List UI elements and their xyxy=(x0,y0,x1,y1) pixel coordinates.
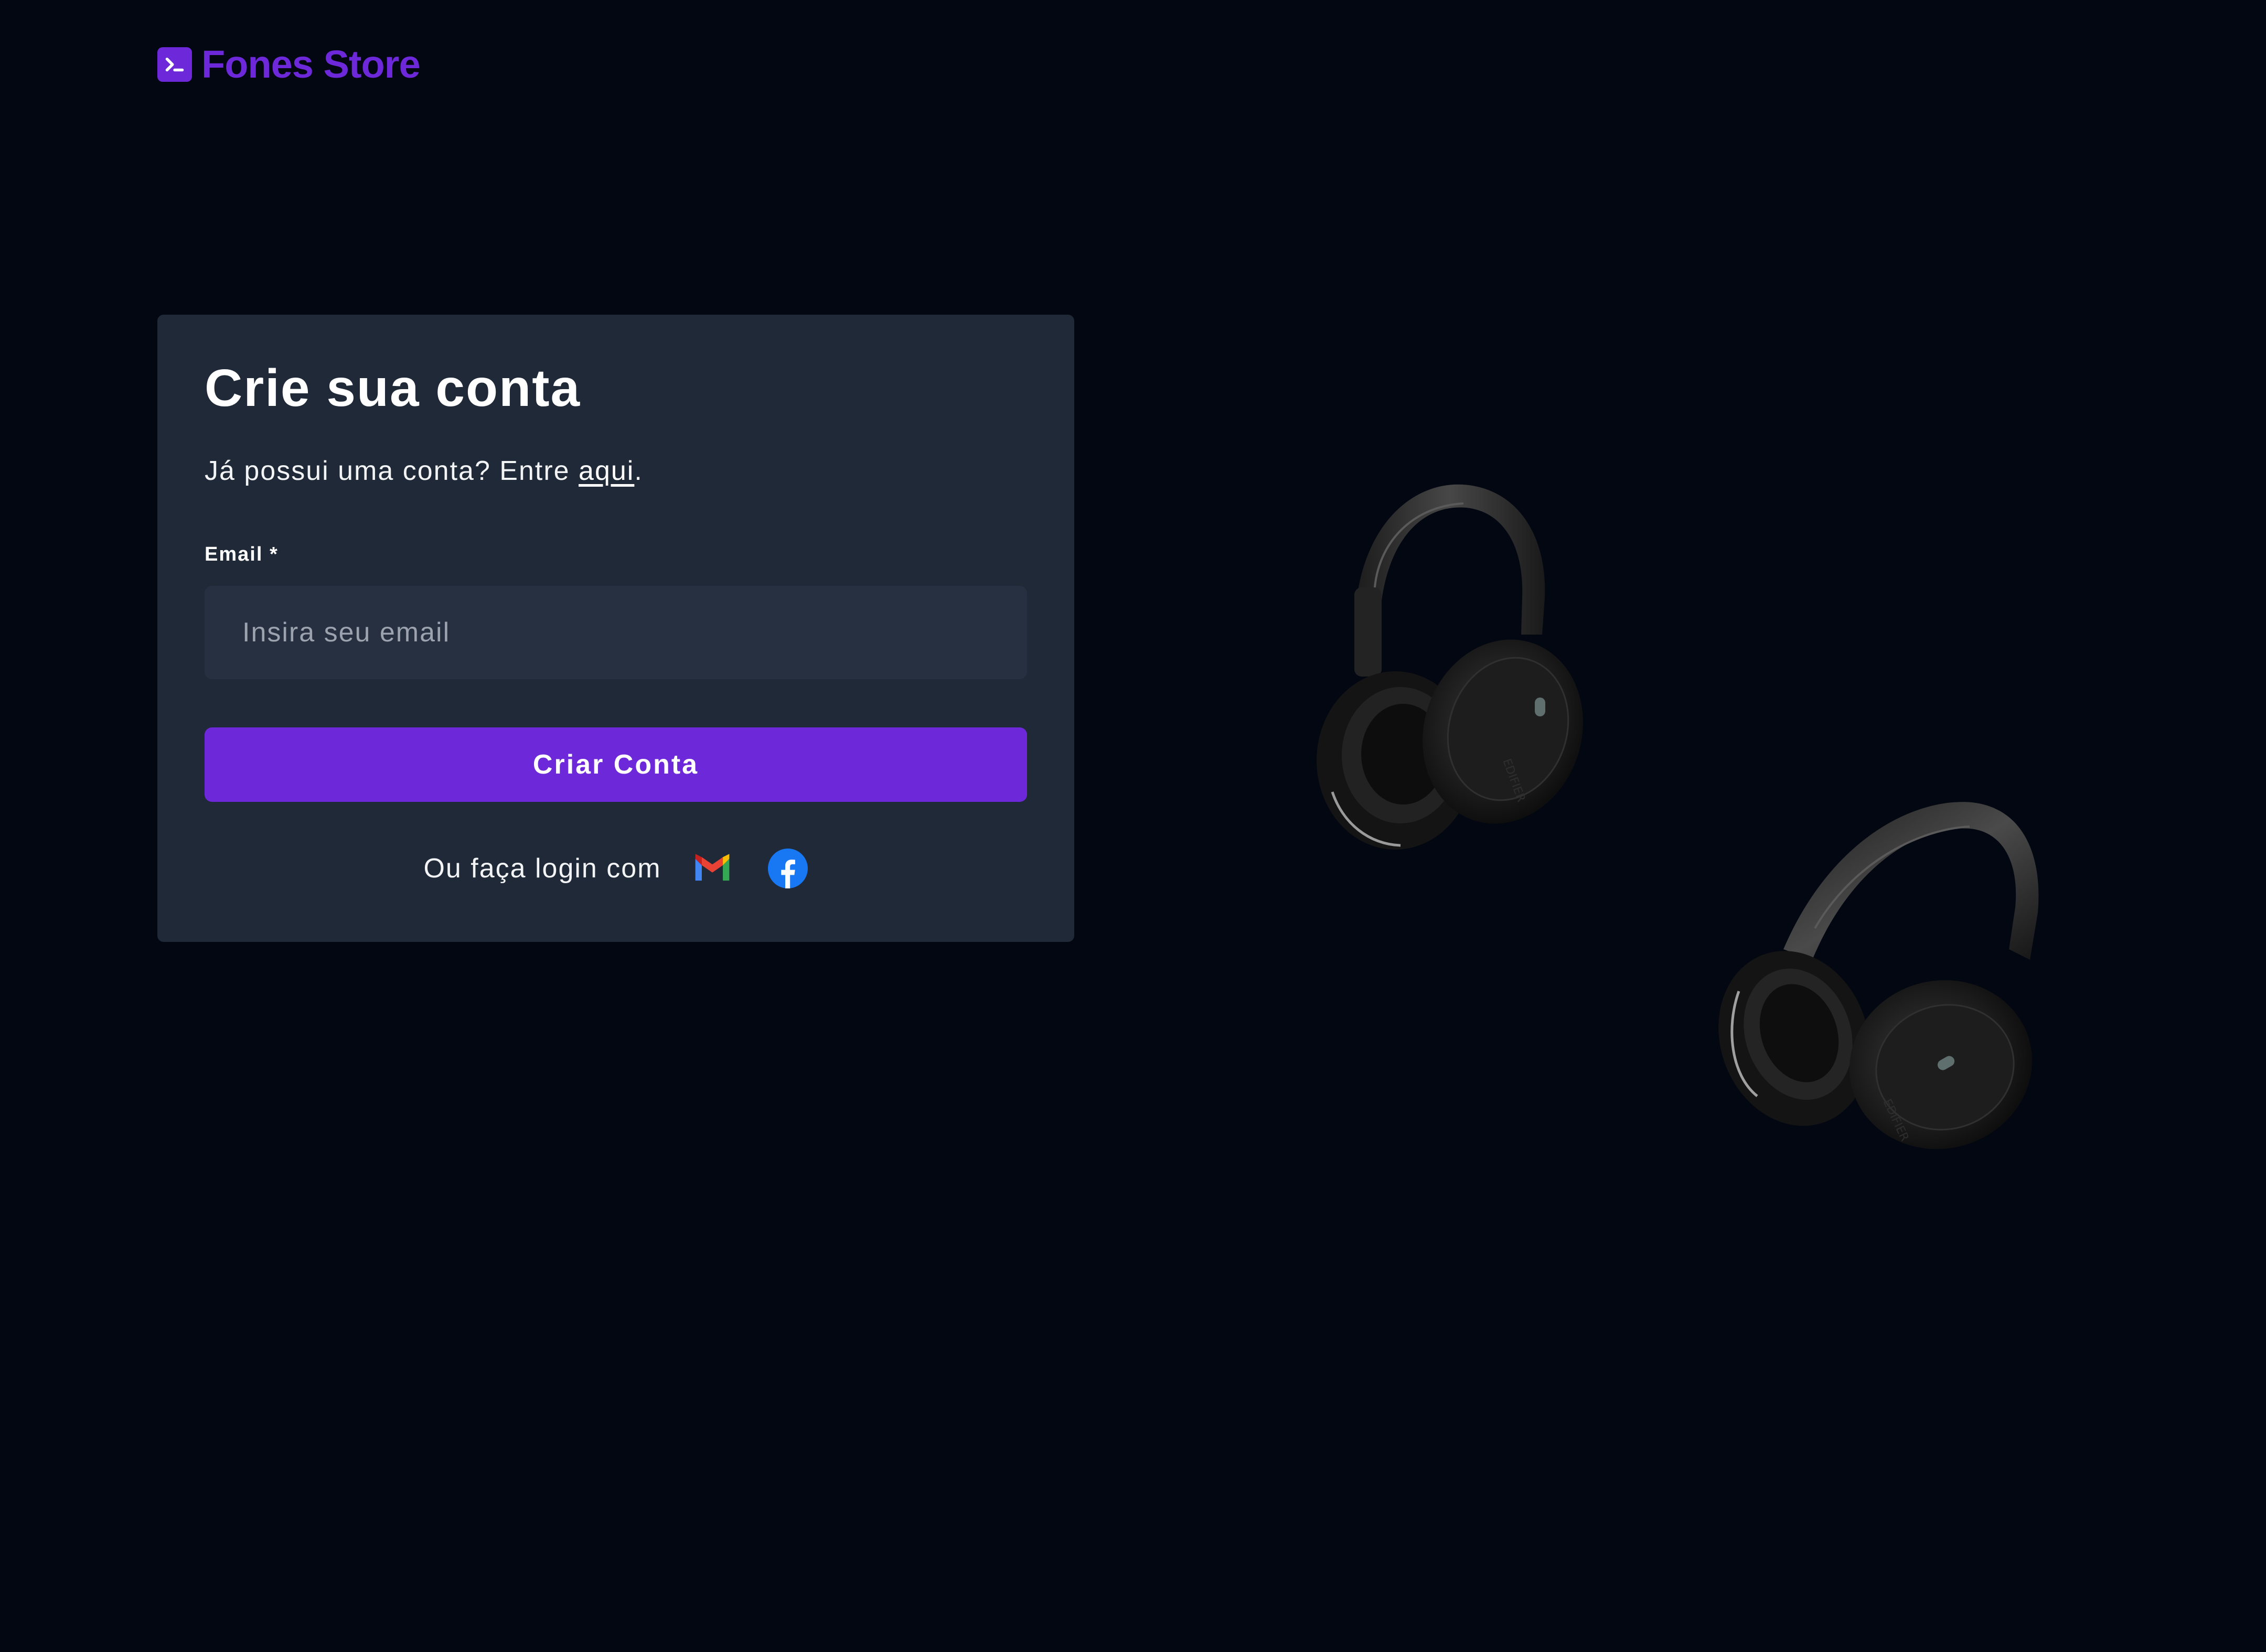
facebook-icon[interactable] xyxy=(767,848,808,889)
social-login-row: Ou faça login com xyxy=(205,848,1027,889)
headphones-image: EDIFIER xyxy=(1694,792,2051,1170)
brand-logo-link[interactable]: Fones Store xyxy=(157,42,421,87)
page-title: Crie sua conta xyxy=(205,359,581,417)
signup-page: Fones Store Crie sua conta Já possui uma… xyxy=(0,0,2266,1652)
headphones-image: EDIFIER xyxy=(1296,467,1589,865)
terminal-icon xyxy=(157,47,192,82)
login-prompt: Já possui uma conta? Entre aqui. xyxy=(205,455,1027,487)
signup-card: Crie sua conta Já possui uma conta? Entr… xyxy=(157,315,1074,942)
gmail-icon[interactable] xyxy=(692,848,733,889)
login-prompt-suffix: . xyxy=(634,456,643,486)
email-label: Email * xyxy=(205,543,279,565)
social-login-text: Ou faça login com xyxy=(423,853,661,884)
brand-name: Fones Store xyxy=(201,42,421,86)
email-field[interactable] xyxy=(205,586,1027,679)
login-link[interactable]: aqui xyxy=(579,456,634,486)
login-prompt-text: Já possui uma conta? Entre xyxy=(205,456,579,486)
create-account-button[interactable]: Criar Conta xyxy=(205,727,1027,802)
